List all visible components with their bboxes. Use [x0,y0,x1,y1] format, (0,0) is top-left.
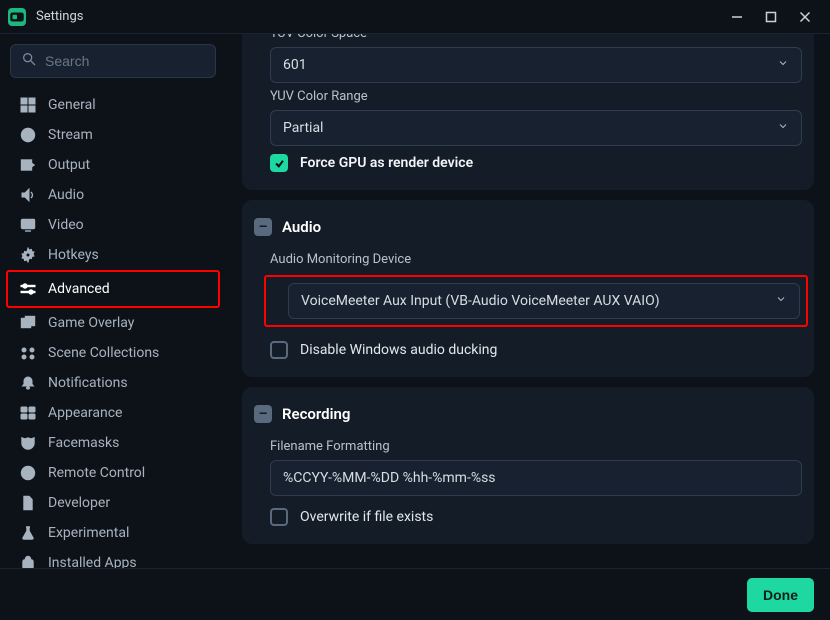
sidebar-item-facemasks[interactable]: Facemasks [10,428,216,458]
sidebar-item-label: Stream [48,127,93,143]
recording-panel-title: Recording [282,405,350,423]
bag-icon [18,553,38,568]
sidebar-item-label: Appearance [48,405,122,421]
sliders-icon [18,279,38,299]
sidebar-item-hotkeys[interactable]: Hotkeys [10,240,216,270]
sidebar-item-label: Installed Apps [48,555,137,568]
yuv-color-space-select[interactable]: 601 [270,47,802,83]
filename-format-label: Filename Formatting [254,433,802,460]
overwrite-checkbox[interactable] [270,508,288,526]
sidebar-item-stream[interactable]: Stream [10,120,216,150]
audio-panel: – Audio Audio Monitoring Device VoiceMee… [242,200,814,377]
play-circle-icon [18,463,38,483]
window-titlebar: Settings [0,0,830,34]
globe-icon [18,125,38,145]
window-close-button[interactable] [788,4,822,30]
collapse-toggle[interactable]: – [254,218,272,236]
chevron-down-icon [777,120,789,136]
sidebar-item-label: Video [48,217,84,233]
output-icon [18,155,38,175]
audio-monitor-select[interactable]: VoiceMeeter Aux Input (VB-Audio VoiceMee… [288,283,800,319]
sidebar-item-advanced[interactable]: Advanced [10,274,216,304]
settings-content: YUV Color Space 601 YUV Color Range Part… [226,34,830,568]
filename-format-value: %CCYY-%MM-%DD %hh-%mm-%ss [283,470,496,486]
gear-icon [18,245,38,265]
recording-panel: – Recording Filename Formatting %CCYY-%M… [242,387,814,544]
done-button[interactable]: Done [747,578,814,612]
audio-panel-title: Audio [282,218,321,236]
sidebar-item-label: Remote Control [48,465,145,481]
speaker-icon [18,185,38,205]
overwrite-checkbox-row[interactable]: Overwrite if file exists [254,496,802,530]
annotation-highlight-sidebar-advanced: Advanced [6,270,220,308]
app-icon [8,8,26,26]
sidebar-item-audio[interactable]: Audio [10,180,216,210]
chevron-down-icon [775,293,787,309]
search-input-wrap[interactable] [10,44,216,78]
chevron-down-icon [777,57,789,73]
sidebar-item-label: General [48,97,96,113]
sidebar-item-experimental[interactable]: Experimental [10,518,216,548]
search-input[interactable] [45,53,226,69]
force-gpu-checkbox[interactable] [270,154,288,172]
disable-ducking-checkbox-row[interactable]: Disable Windows audio ducking [254,333,802,363]
sidebar-item-label: Developer [48,495,110,511]
sidebar-item-general[interactable]: General [10,90,216,120]
annotation-highlight-audio-monitor: VoiceMeeter Aux Input (VB-Audio VoiceMee… [264,275,808,327]
collections-icon [18,343,38,363]
display-icon [18,215,38,235]
sidebar-item-appearance[interactable]: Appearance [10,398,216,428]
sidebar-item-label: Notifications [48,375,128,391]
sidebar-item-developer[interactable]: Developer [10,488,216,518]
yuv-color-space-value: 601 [283,57,307,73]
overwrite-label: Overwrite if file exists [300,509,433,525]
yuv-color-range-value: Partial [283,120,323,136]
flask-icon [18,523,38,543]
grid-icon [18,95,38,115]
sidebar-item-label: Advanced [48,281,110,297]
window-minimize-button[interactable] [720,4,754,30]
yuv-color-range-select[interactable]: Partial [270,110,802,146]
sidebar-item-label: Output [48,157,90,173]
force-gpu-checkbox-row[interactable]: Force GPU as render device [254,146,802,176]
collapse-toggle[interactable]: – [254,405,272,423]
window-title: Settings [36,9,720,24]
bell-icon [18,373,38,393]
sidebar-item-label: Experimental [48,525,129,541]
video-panel-tail: YUV Color Space 601 YUV Color Range Part… [242,34,814,190]
footer: Done [0,568,830,620]
sidebar-item-video[interactable]: Video [10,210,216,240]
disable-ducking-label: Disable Windows audio ducking [300,342,497,358]
audio-monitor-value: VoiceMeeter Aux Input (VB-Audio VoiceMee… [301,293,660,309]
sidebar-item-remote-control[interactable]: Remote Control [10,458,216,488]
sidebar-item-output[interactable]: Output [10,150,216,180]
audio-monitor-label: Audio Monitoring Device [254,246,802,273]
sidebar-item-label: Facemasks [48,435,119,451]
search-icon [21,51,37,71]
sidebar-item-label: Scene Collections [48,345,159,361]
disable-ducking-checkbox[interactable] [270,341,288,359]
sidebar-item-notifications[interactable]: Notifications [10,368,216,398]
sidebar-item-scene-collections[interactable]: Scene Collections [10,338,216,368]
overlay-icon [18,313,38,333]
sidebar-item-label: Audio [48,187,84,203]
sidebar-item-label: Hotkeys [48,247,99,263]
force-gpu-label: Force GPU as render device [300,155,473,171]
window-maximize-button[interactable] [754,4,788,30]
sidebar-item-installed-apps[interactable]: Installed Apps [10,548,216,568]
doc-icon [18,493,38,513]
filename-format-input[interactable]: %CCYY-%MM-%DD %hh-%mm-%ss [270,460,802,496]
sidebar-item-label: Game Overlay [48,315,134,331]
yuv-color-range-label: YUV Color Range [254,83,802,110]
sidebar-item-game-overlay[interactable]: Game Overlay [10,308,216,338]
appearance-icon [18,403,38,423]
mask-icon [18,433,38,453]
yuv-color-space-label: YUV Color Space [254,34,802,47]
sidebar: General Stream Output Audio Video Hotkeys Adva… [0,34,226,568]
